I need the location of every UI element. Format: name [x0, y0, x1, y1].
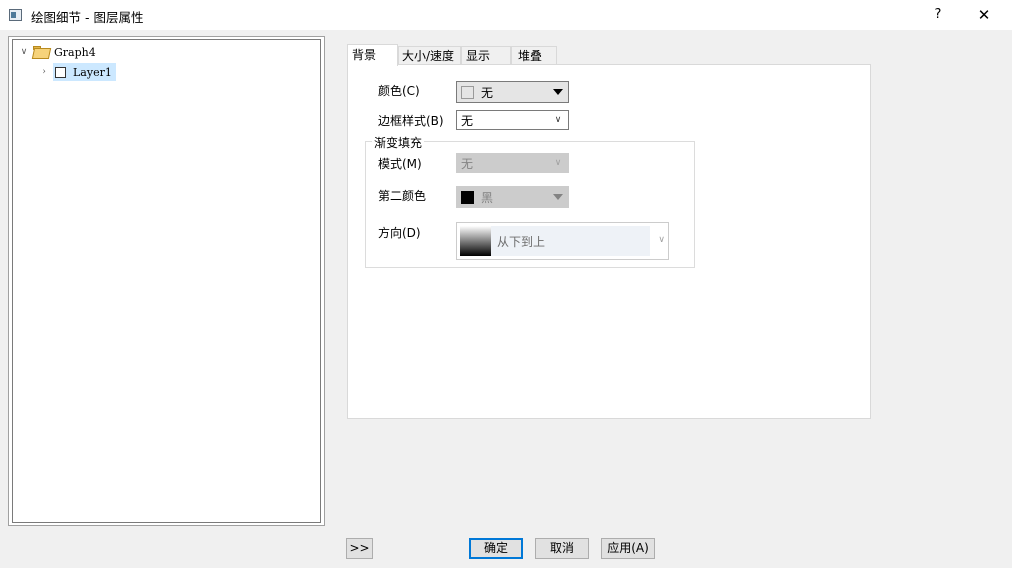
tree-node-layer-selection[interactable]: Layer1 [53, 63, 116, 81]
apply-button[interactable]: 应用(A) [601, 538, 655, 559]
border-style-label: 边框样式(B) [378, 114, 444, 128]
tab-display[interactable]: 显示 [461, 46, 511, 65]
color-swatch [461, 85, 474, 99]
chevron-down-icon: ∨ [658, 235, 665, 245]
tab-background[interactable]: 背景 [347, 44, 398, 66]
direction-value: 从下到上 [497, 234, 546, 249]
tree-view[interactable]: ∨ Graph4 › Layer1 [12, 39, 321, 523]
color-dropdown[interactable]: 无 [456, 81, 569, 103]
tree-node-graph-label: Graph4 [54, 45, 96, 59]
window-title: 绘图细节 - 图层属性 [31, 10, 144, 25]
tree-node-layer-label: Layer1 [73, 65, 112, 79]
tab-size-speed[interactable]: 大小/速度 [398, 46, 461, 65]
second-color-value: 黑 [481, 190, 494, 205]
mode-label: 模式(M) [378, 157, 422, 171]
border-style-select[interactable]: 无 ∨ [456, 110, 569, 130]
mode-value: 无 [461, 156, 474, 171]
direction-preview: 从下到上 [460, 226, 650, 256]
title-bar: 绘图细节 - 图层属性 ? ✕ [0, 0, 1012, 30]
chevron-down-icon[interactable]: ∨ [19, 47, 29, 57]
expand-button[interactable]: >> [346, 538, 373, 559]
app-window-icon [9, 9, 22, 21]
help-button[interactable]: ? [926, 4, 950, 26]
tree-node-graph[interactable]: ∨ Graph4 [19, 43, 96, 61]
border-style-value: 无 [461, 113, 474, 128]
tree-node-layer[interactable]: › Layer1 [39, 63, 116, 81]
tree-panel: ∨ Graph4 › Layer1 [8, 36, 325, 526]
second-color-dropdown[interactable]: 黑 [456, 186, 569, 208]
tab-stack[interactable]: 堆叠 [511, 46, 557, 65]
cancel-button[interactable]: 取消 [535, 538, 589, 559]
close-icon: ✕ [977, 6, 991, 24]
layer-checkbox[interactable] [55, 66, 66, 78]
chevron-right-icon[interactable]: › [39, 67, 49, 77]
mode-select[interactable]: 无 ∨ [456, 153, 569, 173]
second-color-swatch [461, 190, 474, 204]
ok-button[interactable]: 确定 [469, 538, 523, 559]
color-value: 无 [481, 85, 494, 100]
second-color-label: 第二颜色 [378, 189, 427, 203]
chevron-down-icon: ∨ [554, 115, 562, 125]
dropdown-arrow-icon [553, 194, 563, 200]
folder-open-icon [33, 46, 49, 58]
direction-select[interactable]: 从下到上 ∨ [456, 222, 669, 260]
dropdown-arrow-icon [553, 89, 563, 95]
close-button[interactable]: ✕ [968, 2, 1000, 28]
chevron-down-icon: ∨ [554, 158, 562, 168]
direction-label: 方向(D) [378, 226, 421, 240]
color-label: 颜色(C) [378, 84, 420, 98]
gradient-preview-icon [460, 226, 491, 256]
gradient-fill-title: 渐变填充 [372, 134, 425, 151]
